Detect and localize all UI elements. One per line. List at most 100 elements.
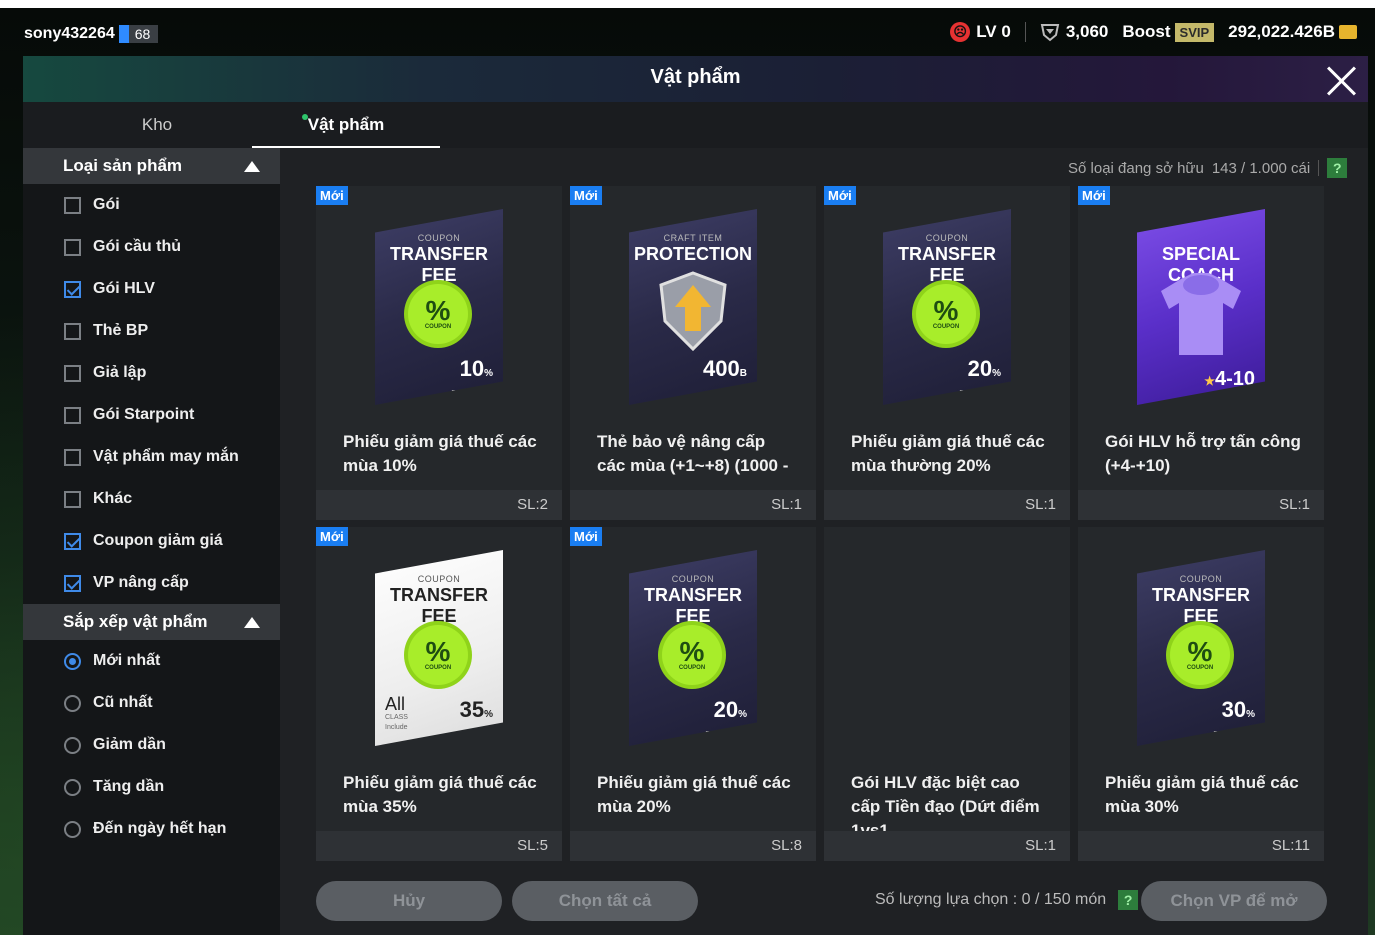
checkbox-icon[interactable]	[64, 448, 81, 466]
top-border	[0, 0, 1375, 8]
help-icon[interactable]: ?	[1118, 890, 1139, 910]
item-title-label: TRANSFER FEE	[898, 244, 996, 285]
percent-coupon-icon: % COUPON	[1170, 625, 1230, 685]
sort-option[interactable]: Mới nhất	[23, 640, 280, 682]
percent-coupon-icon: % COUPON	[408, 625, 468, 685]
radio-selected-icon[interactable]	[64, 652, 81, 670]
checkbox-checked-icon[interactable]	[64, 280, 81, 298]
divider	[1024, 22, 1026, 42]
divider	[1318, 160, 1320, 176]
percent-coupon-icon: % COUPON	[916, 284, 976, 344]
filter-option[interactable]: VP nâng cấp	[23, 562, 280, 604]
username: sony432264	[24, 25, 115, 42]
item-title-label: PROTECTION	[633, 244, 752, 264]
radio-icon[interactable]	[64, 820, 81, 838]
filter-option-label: Gói cầu thủ	[93, 238, 181, 255]
sort-option[interactable]: Tăng dần	[23, 766, 280, 808]
item-title-label: TRANSFER FEE	[644, 585, 742, 626]
filter-option[interactable]: Coupon giảm giá	[23, 520, 280, 562]
item-value: 30% DISCOUNT	[1213, 697, 1255, 740]
sort-option-label: Đến ngày hết hạn	[93, 820, 227, 837]
percent-coupon-icon: % COUPON	[408, 284, 468, 344]
filter-option[interactable]: Giả lập	[23, 352, 280, 394]
checkbox-icon[interactable]	[64, 196, 81, 214]
tab-vat-pham[interactable]: Vật phẩm	[252, 102, 440, 148]
user-info: sony432264 68	[24, 25, 159, 43]
boost-stat[interactable]: Boost SVIP	[1122, 22, 1215, 42]
jersey-icon	[1161, 273, 1241, 355]
lv-value: LV 0	[976, 22, 1011, 41]
item-card-image: COUPON TRANSFER FEE% COUPON 30% DISCOUNT	[1137, 550, 1265, 746]
new-badge: Mới	[570, 186, 602, 205]
item-name: Gói HLV hỗ trợ tấn công (+4-+10)	[1105, 432, 1301, 475]
selection-count: Số lượng lựa chọn : 0 / 150 món ?	[875, 890, 1139, 910]
item-card[interactable]: Gói HLV đặc biệt cao cấp Tiền đạo (Dứt đ…	[824, 527, 1070, 861]
item-card[interactable]: Mới COUPON TRANSFER FEE% COUPON 20% DISCOUNT P…	[824, 186, 1070, 520]
item-type-label: COUPON	[925, 233, 969, 243]
item-type-label: COUPON	[1179, 574, 1223, 584]
filter-option[interactable]: Gói HLV	[23, 268, 280, 310]
checkbox-icon[interactable]	[64, 238, 81, 256]
filter-option[interactable]: Gói	[23, 184, 280, 226]
filter-option[interactable]: Gói cầu thủ	[23, 226, 280, 268]
item-card[interactable]: COUPON TRANSFER FEE% COUPON 30% DISCOUNT Phiế…	[1078, 527, 1324, 861]
close-icon[interactable]	[1324, 62, 1360, 98]
new-badge: Mới	[316, 527, 348, 546]
item-card[interactable]: Mới COUPON TRANSFER FEE% COUPON 10% DISCOUNT P…	[316, 186, 562, 520]
title-bar: Vật phẩm	[23, 56, 1368, 102]
help-icon[interactable]: ?	[1327, 158, 1348, 178]
points-value: 3,060	[1065, 22, 1109, 41]
tab-bar: Kho Vật phẩm	[23, 102, 1368, 148]
open-items-button[interactable]: Chọn VP để mở	[1141, 881, 1327, 921]
filter-list: Gói Gói cầu thủ Gói HLV Thẻ BP Giả lập Gói St…	[23, 184, 280, 604]
item-quantity: SL:1	[824, 831, 1070, 861]
collapse-triangle-icon	[244, 160, 260, 172]
filter-option-label: Vật phẩm may mắn	[93, 448, 239, 465]
item-quantity: SL:5	[316, 831, 562, 861]
filter-section-header[interactable]: Loại sản phẩm	[23, 148, 280, 184]
sort-section-header[interactable]: Sắp xếp vật phẩm	[23, 604, 280, 640]
window-title: Vật phẩm	[650, 66, 741, 88]
sort-option-label: Cũ nhất	[93, 694, 153, 711]
item-card-image: COUPON TRANSFER FEE% COUPON 20% DISCOUNT	[629, 550, 757, 746]
checkbox-checked-icon[interactable]	[64, 532, 81, 550]
item-value: 20% DISCOUNT	[959, 356, 1001, 399]
radio-icon[interactable]	[64, 736, 81, 754]
cancel-button[interactable]: Hủy	[316, 881, 502, 921]
selection-label: Số lượng lựa chọn : 0 / 150 món	[875, 891, 1107, 908]
filter-option[interactable]: Vật phẩm may mắn	[23, 436, 280, 478]
checkbox-icon[interactable]	[64, 490, 81, 508]
item-value: 400B MAX	[703, 356, 747, 399]
radio-icon[interactable]	[64, 778, 81, 796]
sidebar: Loại sản phẩm Gói Gói cầu thủ Gói HLV Thẻ B…	[23, 148, 280, 935]
sort-option-label: Giảm dần	[93, 736, 166, 753]
owned-label: Số loại đang sở hữu	[1068, 159, 1204, 177]
item-card-image: COUPON TRANSFER FEE% COUPON 10% DISCOUNT	[375, 209, 503, 405]
radio-icon[interactable]	[64, 694, 81, 712]
filter-option[interactable]: Khác	[23, 478, 280, 520]
checkbox-checked-icon[interactable]	[64, 574, 81, 592]
filter-option[interactable]: Thẻ BP	[23, 310, 280, 352]
checkbox-icon[interactable]	[64, 322, 81, 340]
item-title-label: TRANSFER FEE	[390, 244, 488, 285]
item-card[interactable]: Mới CRAFT ITEM PROTECTION 400B MAX Thẻ bảo vệ…	[570, 186, 816, 520]
sort-option[interactable]: Giảm dần	[23, 724, 280, 766]
filter-title: Loại sản phẩm	[63, 156, 183, 175]
item-name: Thẻ bảo vệ nâng cấp các mùa (+1~+8) (100…	[597, 432, 789, 475]
select-all-button[interactable]: Chọn tất cả	[512, 881, 698, 921]
filter-option[interactable]: Gói Starpoint	[23, 394, 280, 436]
checkbox-icon[interactable]	[64, 406, 81, 424]
item-card[interactable]: Mới COUPON TRANSFER FEE% COUPON 35% BONUS All C…	[316, 527, 562, 861]
item-card[interactable]: Mới COUPON TRANSFER FEE% COUPON 20% DISCOUNT P…	[570, 527, 816, 861]
sort-option[interactable]: Cũ nhất	[23, 682, 280, 724]
sort-option-label: Tăng dần	[93, 778, 165, 795]
checkbox-icon[interactable]	[64, 364, 81, 382]
points-stat: 3,060	[1040, 22, 1109, 42]
filter-option-label: Thẻ BP	[93, 322, 149, 339]
item-quantity: SL:1	[824, 490, 1070, 520]
item-card[interactable]: Mới SPECIAL COACH★4-10 Gói HLV hỗ trợ tấn …	[1078, 186, 1324, 520]
item-title-label: TRANSFER FEE	[390, 585, 488, 626]
item-type-label: COUPON	[417, 233, 461, 243]
tab-kho[interactable]: Kho	[63, 102, 251, 148]
sort-option[interactable]: Đến ngày hết hạn	[23, 808, 280, 850]
